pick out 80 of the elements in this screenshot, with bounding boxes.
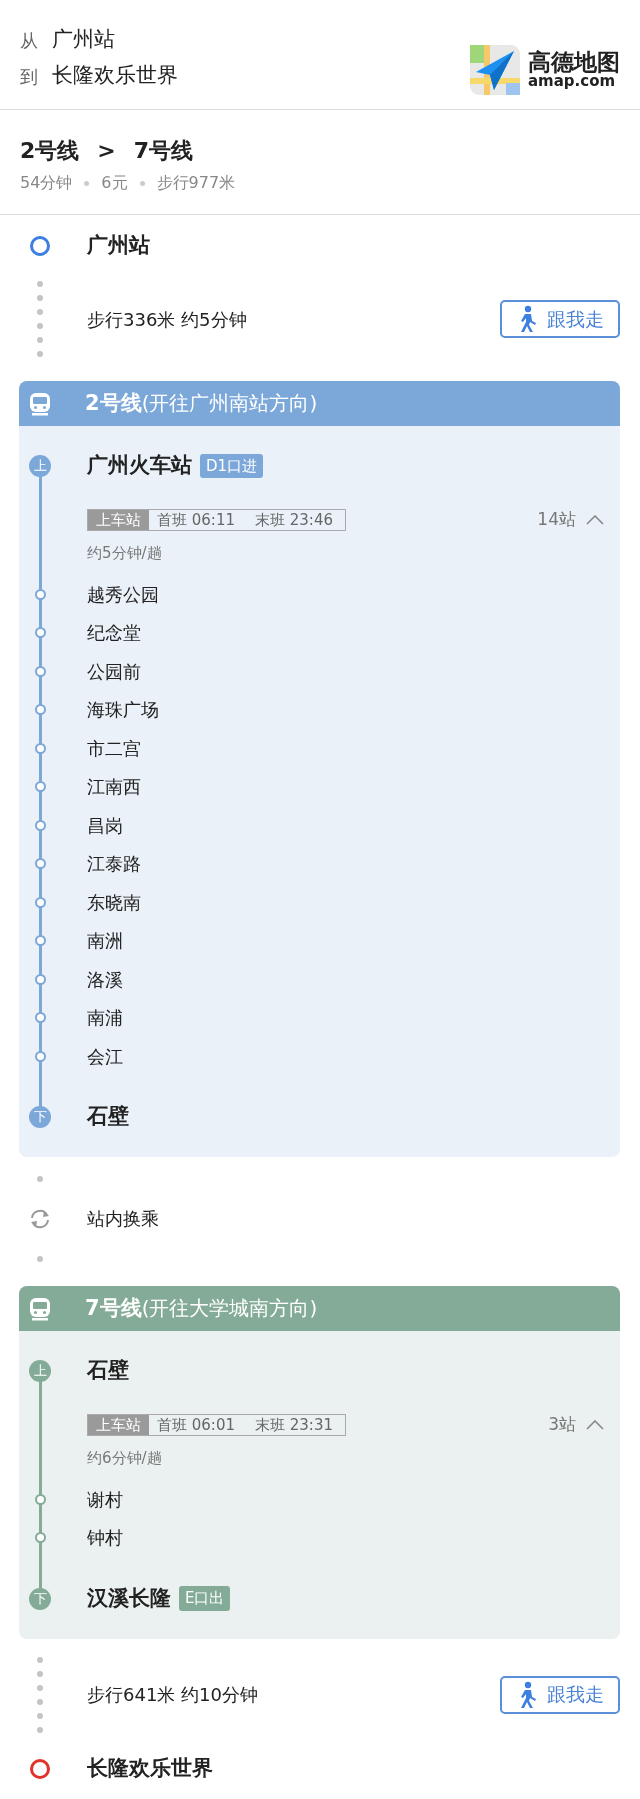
route-info: 6元: [101, 172, 128, 194]
stop-name: 南洲: [87, 929, 123, 954]
station-name: 广州火车站: [87, 452, 192, 480]
stop-name: 会江: [87, 1044, 123, 1069]
stop-marker: [34, 1493, 46, 1505]
line-direction: (开往大学城南方向): [141, 1295, 318, 1320]
stop-marker: [34, 858, 46, 870]
walk-info: 步行641米 约10分钟: [87, 1683, 259, 1707]
stop-count-toggle[interactable]: 14站: [537, 507, 604, 533]
last-train-time: 末班 23:31: [254, 1415, 334, 1435]
line-direction: (开往广州南站方向): [141, 390, 318, 415]
boarding-badge: 上: [29, 1360, 51, 1382]
stop-name: 钟村: [87, 1526, 123, 1551]
route-info: 步行977米: [156, 172, 236, 194]
exit-tag: D1口进: [200, 453, 264, 479]
last-train-time: 末班 23:46: [254, 510, 334, 530]
walk-info: 步行336米 约5分钟: [87, 307, 248, 332]
route-separator: >: [97, 136, 116, 165]
destination-name: 长隆欢乐世界: [52, 62, 178, 90]
transfer-info: 站内换乘: [87, 1207, 159, 1231]
train-icon: [29, 1296, 51, 1321]
start-station: 广州站: [87, 232, 150, 260]
line-name: 7号线: [133, 136, 194, 165]
stop-marker: [34, 588, 46, 600]
stop-marker: [34, 742, 46, 754]
frequency-info: 约5分钟/趟: [86, 542, 163, 564]
schedule-label: 上车站: [88, 1415, 149, 1435]
line-name: 2号线: [20, 136, 80, 165]
logo-domain: amap.com: [528, 74, 616, 90]
stop-name: 江泰路: [87, 852, 141, 877]
stop-name: 东晓南: [87, 890, 141, 915]
stop-name: 越秀公园: [87, 582, 159, 607]
stop-name: 纪念堂: [87, 621, 141, 646]
frequency-info: 约6分钟/趟: [86, 1447, 163, 1469]
stop-name: 海珠广场: [87, 698, 159, 723]
stop-marker: [34, 1012, 46, 1024]
stop-name: 昌岗: [87, 813, 123, 838]
stop-count-toggle[interactable]: 3站: [548, 1412, 604, 1438]
collapse-caret-icon: [586, 515, 604, 525]
follow-me-button[interactable]: 跟我走: [500, 1675, 620, 1714]
boarding-badge: 上: [29, 455, 51, 477]
exit-tag: E口出: [179, 1586, 231, 1611]
stop-marker: [34, 1532, 46, 1544]
origin-name: 广州站: [52, 26, 115, 54]
stop-name: 南浦: [87, 1006, 123, 1031]
logo-text: 高德地图: [528, 49, 620, 75]
stop-marker: [34, 1050, 46, 1062]
station-name: 石壁: [87, 1357, 129, 1385]
stop-marker: [34, 781, 46, 793]
stop-name: 谢村: [87, 1487, 123, 1512]
stop-name: 市二宫: [87, 736, 141, 761]
route-info: 54分钟: [20, 172, 73, 194]
stop-marker: [34, 973, 46, 985]
logo-icon: [470, 44, 520, 95]
origin-marker: [30, 236, 50, 256]
collapse-caret-icon: [586, 1420, 604, 1430]
stop-name: 江南西: [87, 775, 141, 800]
stop-marker: [34, 704, 46, 716]
alighting-badge: 下: [29, 1587, 51, 1610]
first-train-time: 首班 06:01: [156, 1415, 236, 1435]
alighting-badge: 下: [29, 1106, 51, 1128]
follow-me-button[interactable]: 跟我走: [500, 300, 620, 338]
first-train-time: 首班 06:11: [156, 510, 236, 530]
destination-place: 长隆欢乐世界: [87, 1754, 213, 1782]
stop-marker: [34, 896, 46, 908]
station-name: 石壁: [87, 1103, 129, 1131]
to-label: 到: [20, 64, 38, 89]
stop-name: 洛溪: [87, 967, 123, 992]
schedule-label: 上车站: [88, 510, 149, 530]
line-title: 2号线: [85, 390, 142, 415]
stop-marker: [34, 935, 46, 947]
train-icon: [29, 391, 51, 416]
line-title: 7号线: [85, 1295, 142, 1320]
stop-marker: [34, 665, 46, 677]
stop-marker: [34, 819, 46, 831]
from-label: 从: [20, 28, 38, 53]
station-name: 汉溪长隆: [87, 1584, 171, 1612]
stop-marker: [34, 627, 46, 639]
destination-marker: [30, 1758, 50, 1779]
stop-name: 公园前: [87, 659, 141, 684]
